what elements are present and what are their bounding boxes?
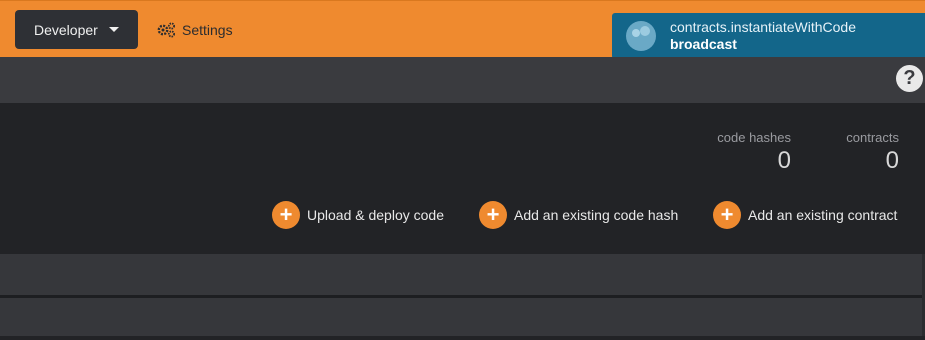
gears-icon (157, 22, 175, 38)
contracts-stat: contracts 0 (846, 130, 899, 175)
upload-deploy-code-label: Upload & deploy code (307, 207, 444, 223)
action-buttons: + Upload & deploy code + Add an existing… (0, 201, 925, 231)
add-existing-code-hash-button[interactable]: + Add an existing code hash (479, 201, 678, 229)
add-existing-code-hash-label: Add an existing code hash (514, 207, 679, 223)
developer-menu-label: Developer (34, 21, 98, 38)
account-identicon (626, 21, 656, 51)
contracts-label: contracts (846, 130, 899, 145)
plus-icon: + (713, 201, 741, 229)
list-row (0, 298, 922, 336)
list-row (0, 254, 922, 295)
caret-down-icon (108, 27, 119, 32)
contracts-value: 0 (885, 147, 899, 174)
toast-method: contracts.instantiateWithCode (670, 19, 856, 35)
bottom-edge (0, 336, 925, 340)
settings-label: Settings (182, 22, 233, 38)
add-existing-contract-button[interactable]: + Add an existing contract (713, 201, 897, 229)
contracts-summary-panel: code hashes 0 contracts 0 + Upload & dep… (0, 103, 925, 254)
sub-navigation-bar: ? (0, 57, 925, 103)
developer-menu-button[interactable]: Developer (15, 10, 138, 49)
settings-link[interactable]: Settings (157, 20, 233, 40)
transaction-status-toast[interactable]: contracts.instantiateWithCode broadcast (612, 13, 925, 59)
plus-icon: + (272, 201, 300, 229)
toast-status: broadcast (670, 36, 737, 52)
code-hashes-value: 0 (777, 147, 791, 174)
code-hashes-label: code hashes (717, 130, 791, 145)
plus-icon: + (479, 201, 507, 229)
add-existing-contract-label: Add an existing contract (748, 207, 898, 223)
code-hashes-stat: code hashes 0 (717, 130, 791, 175)
help-icon[interactable]: ? (896, 65, 923, 92)
upload-deploy-code-button[interactable]: + Upload & deploy code (272, 201, 444, 229)
